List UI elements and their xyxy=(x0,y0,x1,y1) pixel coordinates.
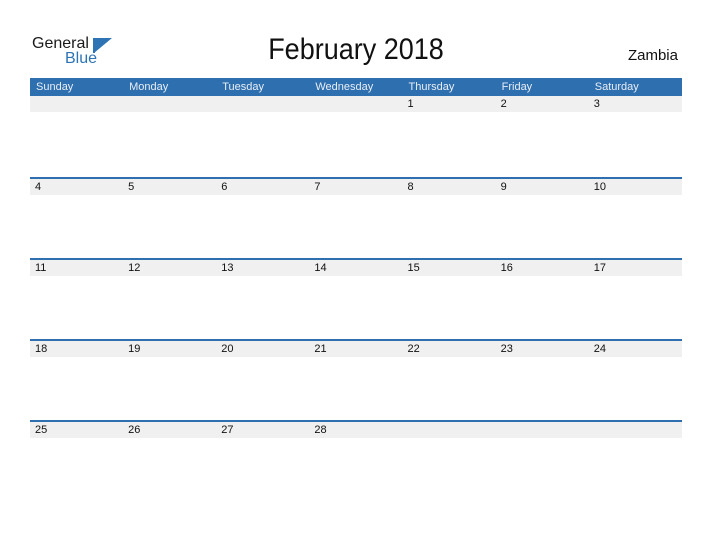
day-cell: 11 xyxy=(35,262,47,274)
day-cell xyxy=(30,96,123,112)
day-cell: 23 xyxy=(500,343,513,355)
day-cell: 17 xyxy=(593,262,606,274)
day-cell: 1 xyxy=(407,98,414,110)
date-strip: 18 19 20 21 22 23 24 xyxy=(30,339,682,357)
day-cell: 19 xyxy=(128,343,141,355)
day-cell: 4 xyxy=(35,181,42,193)
date-strip: 4 5 6 7 8 9 10 xyxy=(30,177,682,195)
weekday-monday: Monday xyxy=(129,81,169,93)
day-cell: 9 xyxy=(500,181,507,193)
weekday-tuesday: Tuesday xyxy=(222,81,265,93)
day-cell xyxy=(309,96,402,112)
day-cell: 14 xyxy=(314,262,327,274)
day-cell: 7 xyxy=(314,181,321,193)
page-title: February 2018 xyxy=(268,33,444,66)
week-row: 11 12 13 14 15 16 17 xyxy=(30,258,682,339)
weeks-container: 1 2 3 4 5 6 7 8 9 10 11 12 13 14 15 16 17 18 19 20 21 22 23 24 2… xyxy=(30,96,682,501)
date-strip: 25 26 27 28 xyxy=(30,420,682,438)
day-cell: 13 xyxy=(221,262,234,274)
day-cell: 18 xyxy=(35,343,48,355)
weekday-saturday: Saturday xyxy=(594,81,639,93)
day-cell: 15 xyxy=(407,262,420,274)
day-cell: 27 xyxy=(221,424,234,436)
date-strip: 11 12 13 14 15 16 17 xyxy=(30,258,682,276)
weekday-wednesday: Wednesday xyxy=(315,81,374,93)
week-row: 25 26 27 28 xyxy=(30,420,682,501)
weekday-header: Sunday Monday Tuesday Wednesday Thursday… xyxy=(30,78,682,96)
day-cell: 2 xyxy=(500,98,507,110)
calendar-grid: Sunday Monday Tuesday Wednesday Thursday… xyxy=(30,78,682,501)
weekday-sunday: Sunday xyxy=(36,81,74,93)
day-cell: 3 xyxy=(593,98,600,110)
day-cell xyxy=(496,422,589,438)
day-cell: 21 xyxy=(314,343,327,355)
weekday-friday: Friday xyxy=(501,81,533,93)
day-cell xyxy=(589,422,682,438)
day-cell: 28 xyxy=(314,424,327,436)
week-row: 1 2 3 xyxy=(30,96,682,177)
day-cell xyxy=(403,422,496,438)
day-cell: 12 xyxy=(128,262,141,274)
week-row: 18 19 20 21 22 23 24 xyxy=(30,339,682,420)
day-cell: 25 xyxy=(35,424,48,436)
day-cell: 20 xyxy=(221,343,234,355)
day-cell xyxy=(123,96,216,112)
day-cell: 6 xyxy=(221,181,228,193)
day-cell xyxy=(216,96,309,112)
weekday-thursday: Thursday xyxy=(408,81,455,93)
day-cell: 10 xyxy=(593,181,606,193)
day-cell: 26 xyxy=(128,424,141,436)
date-strip: 1 2 3 xyxy=(30,96,682,112)
day-cell: 8 xyxy=(407,181,414,193)
week-row: 4 5 6 7 8 9 10 xyxy=(30,177,682,258)
day-cell: 22 xyxy=(407,343,420,355)
country-label: Zambia xyxy=(627,47,678,64)
day-cell: 5 xyxy=(128,181,135,193)
day-cell: 16 xyxy=(500,262,513,274)
day-cell: 24 xyxy=(593,343,606,355)
